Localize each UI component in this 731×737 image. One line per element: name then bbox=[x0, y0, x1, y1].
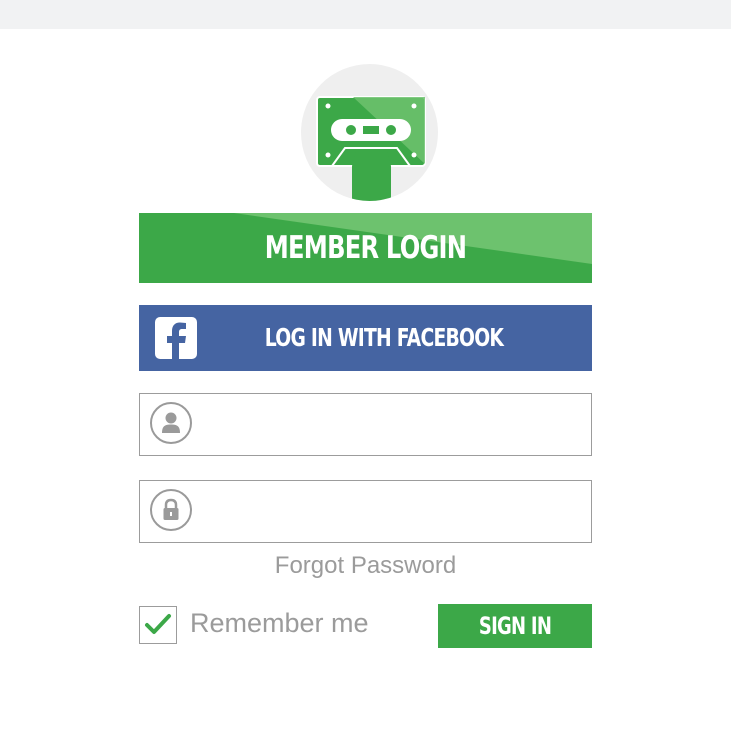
username-field[interactable] bbox=[139, 393, 592, 456]
facebook-login-label: LOG IN WITH FACEBOOK bbox=[264, 323, 504, 352]
sign-in-label: SIGN IN bbox=[478, 612, 552, 640]
lock-icon bbox=[150, 489, 192, 531]
member-login-banner: MEMBER LOGIN bbox=[139, 213, 592, 283]
remember-me-checkbox[interactable] bbox=[139, 606, 177, 644]
forgot-password-link[interactable]: Forgot Password bbox=[139, 552, 592, 580]
password-input[interactable] bbox=[202, 481, 586, 542]
facebook-icon bbox=[155, 317, 197, 359]
top-bar bbox=[0, 0, 731, 29]
checkmark-icon bbox=[145, 614, 171, 634]
facebook-login-button[interactable]: LOG IN WITH FACEBOOK bbox=[139, 305, 592, 371]
user-icon bbox=[150, 402, 192, 444]
username-input[interactable] bbox=[202, 394, 586, 455]
sign-in-button[interactable]: SIGN IN bbox=[438, 604, 592, 648]
page-title: MEMBER LOGIN bbox=[264, 230, 467, 266]
cassette-tape-icon bbox=[301, 64, 438, 201]
remember-me-label: Remember me bbox=[190, 608, 369, 638]
password-field[interactable] bbox=[139, 480, 592, 543]
